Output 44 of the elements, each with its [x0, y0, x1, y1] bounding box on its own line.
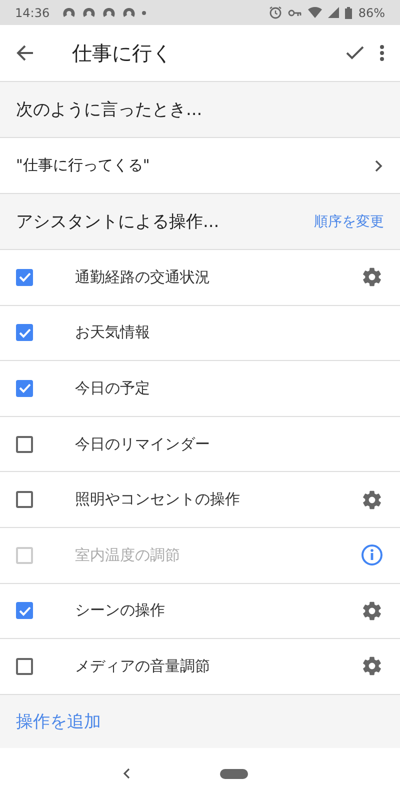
settings-icon[interactable]	[361, 488, 383, 511]
checkbox[interactable]	[16, 380, 33, 397]
alarm-icon	[269, 6, 282, 19]
checkbox[interactable]	[16, 602, 33, 620]
notification-icon	[82, 6, 96, 18]
action-label: シーンの操作	[75, 601, 166, 620]
action-label: 通勤経路の交通状況	[75, 268, 211, 287]
checkmark-icon	[346, 46, 364, 60]
notification-icon	[62, 6, 76, 18]
settings-icon[interactable]	[361, 655, 383, 678]
checkbox[interactable]	[16, 491, 33, 508]
settings-icon[interactable]	[361, 266, 383, 288]
dot-icon	[142, 10, 146, 14]
add-action-link[interactable]: 操作を追加	[16, 710, 101, 733]
section-heading: アシスタントによる操作...	[16, 211, 220, 233]
reorder-link[interactable]: 順序を変更	[314, 212, 384, 230]
checkbox[interactable]	[16, 268, 33, 286]
settings-icon[interactable]	[361, 600, 383, 622]
notification-icon	[122, 6, 136, 18]
home-pill[interactable]	[220, 768, 248, 779]
action-label: 照明やコンセントの操作	[75, 490, 241, 510]
battery-icon	[345, 6, 352, 18]
checkbox[interactable]	[16, 436, 33, 453]
section-heading: 次のように言ったとき...	[16, 99, 204, 121]
action-label: メディアの音量調節	[75, 656, 211, 676]
status-time: 14:36	[15, 6, 50, 20]
wifi-icon	[308, 7, 322, 18]
action-label: 今日の予定	[75, 378, 151, 398]
checkbox[interactable]	[16, 658, 33, 675]
battery-percent: 86%	[358, 6, 385, 20]
trigger-phrase: "仕事に行ってくる"	[16, 156, 151, 175]
action-label: 今日のリマインダー	[75, 434, 211, 454]
checkbox[interactable]	[16, 324, 33, 342]
info-icon[interactable]	[361, 544, 383, 566]
more-vert-icon	[380, 45, 384, 61]
signal-icon	[328, 7, 340, 18]
key-icon	[288, 8, 302, 16]
action-label: お天気情報	[75, 323, 151, 342]
notification-icon	[102, 6, 116, 18]
chevron-right-icon	[375, 160, 383, 172]
back-nav-icon[interactable]	[122, 768, 130, 780]
page-title: 仕事に行く	[72, 40, 173, 66]
action-label: 室内温度の調節	[75, 546, 181, 565]
back-arrow-icon	[16, 44, 34, 62]
